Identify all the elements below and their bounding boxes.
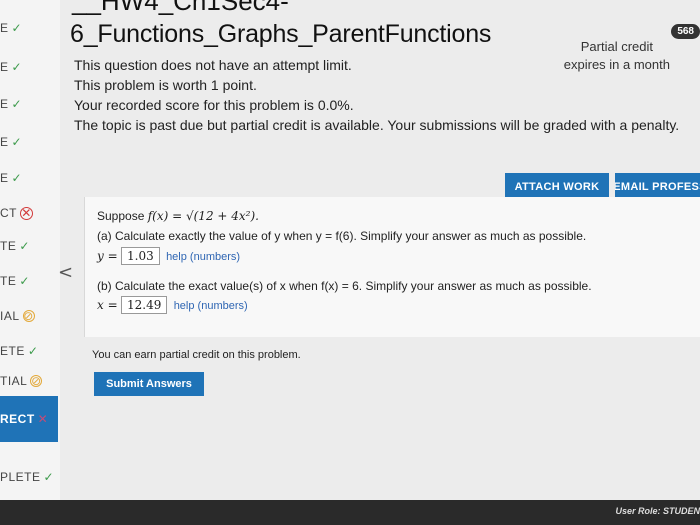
problem-info: This question does not have an attempt l… (74, 57, 680, 133)
question-prompt: Suppose f(x) = √(12 + 4x²). (97, 209, 259, 223)
x-circle-icon: ✕ (20, 206, 33, 220)
check-icon: ✓ (11, 171, 23, 185)
score-badge: 568 (671, 24, 700, 39)
partial-credit-note: You can earn partial credit on this prob… (92, 349, 301, 361)
part-a-answer-input[interactable]: 1.03 (121, 247, 160, 265)
sidebar-item[interactable]: E ✓ (0, 167, 60, 189)
check-icon: ✓ (11, 135, 23, 149)
submit-answers-button[interactable]: Submit Answers (94, 372, 204, 396)
check-icon: ✓ (43, 470, 55, 484)
bottom-bar (0, 500, 700, 525)
check-icon: ✓ (11, 60, 23, 74)
homework-title: __HW4_Ch1Sec4- (72, 0, 289, 16)
sidebar-item[interactable]: TIAL ⊘ (0, 370, 60, 392)
check-icon: ✓ (19, 274, 30, 288)
sidebar-item[interactable]: E ✓ (0, 17, 60, 39)
part-b-text: (b) Calculate the exact value(s) of x wh… (97, 279, 592, 293)
part-b-answer-row: x = 12.49 help (numbers) (97, 296, 248, 314)
sidebar-item[interactable]: E ✓ (0, 56, 60, 78)
check-icon: ✓ (11, 97, 23, 111)
partial-credit-icon: ⊘ (22, 309, 35, 323)
sidebar-item[interactable]: ETE ✓ (0, 340, 60, 362)
check-icon: ✓ (11, 21, 23, 35)
partial-credit-icon: ⊘ (30, 374, 43, 388)
sidebar-item-current[interactable]: RECT ✕ (0, 396, 58, 442)
help-link[interactable]: help (numbers) (174, 300, 248, 312)
problem-sidebar: E ✓ E ✓ E ✓ E ✓ E ✓ CT ✕ TE ✓ TE ✓ IAL ⊘ ETE ✓ TIA… (0, 0, 60, 525)
sidebar-item[interactable]: IAL ⊘ (0, 305, 60, 327)
check-icon: ✓ (27, 344, 39, 358)
page-title: 6_Functions_Graphs_ParentFunctions (70, 20, 492, 48)
sidebar-item[interactable]: TE ✓ (0, 235, 60, 257)
problem-main: __HW4_Ch1Sec4- 6_Functions_Graphs_Parent… (62, 0, 700, 525)
question-box: Suppose f(x) = √(12 + 4x²). (a) Calculat… (84, 197, 700, 337)
sidebar-item[interactable]: E ✓ (0, 131, 60, 153)
part-a-answer-row: y = 1.03 help (numbers) (97, 247, 241, 265)
check-icon: ✓ (19, 239, 30, 253)
user-role: User Role: STUDEN (615, 506, 700, 516)
sidebar-item[interactable]: PLETE ✓ (0, 466, 60, 488)
help-link[interactable]: help (numbers) (166, 251, 240, 263)
part-b-answer-input[interactable]: 12.49 (120, 296, 168, 314)
sidebar-item[interactable]: E ✓ (0, 93, 60, 115)
x-icon: ✕ (37, 412, 49, 426)
sidebar-item[interactable]: TE ✓ (0, 270, 60, 292)
part-a-text: (a) Calculate exactly the value of y whe… (97, 229, 587, 243)
sidebar-item[interactable]: CT ✕ (0, 202, 60, 224)
